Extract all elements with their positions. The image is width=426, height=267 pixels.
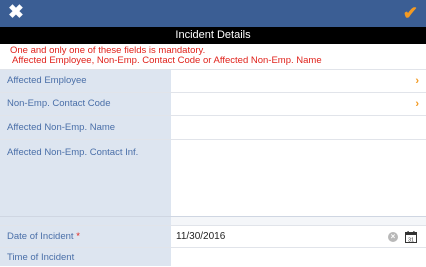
- close-icon: ✖: [8, 2, 24, 23]
- chevron-right-icon: ›: [415, 98, 419, 110]
- date-of-incident-label: Date of Incident *: [0, 226, 171, 247]
- affected-employee-field[interactable]: ›: [171, 70, 426, 92]
- non-emp-contact-code-field[interactable]: ›: [171, 93, 426, 115]
- time-of-incident-row[interactable]: Time of Incident: [0, 247, 426, 266]
- affected-employee-label: Affected Employee: [0, 70, 171, 92]
- chevron-right-icon: ›: [415, 75, 419, 87]
- notice-line-2: Affected Employee, Non-Emp. Contact Code…: [12, 55, 322, 66]
- time-of-incident-input[interactable]: [171, 248, 426, 266]
- incident-form: Affected Employee › Non-Emp. Contact Cod…: [0, 69, 426, 266]
- non-emp-contact-inf-row[interactable]: Affected Non-Emp. Contact Inf.: [0, 139, 426, 216]
- svg-text:31: 31: [408, 237, 414, 243]
- top-bar: ✖ ✔: [0, 0, 426, 27]
- non-emp-contact-code-label: Non-Emp. Contact Code: [0, 93, 171, 115]
- date-value: 11/30/2016: [176, 231, 226, 242]
- date-of-incident-row[interactable]: Date of Incident * 11/30/2016 × 31: [0, 225, 426, 247]
- spacer-row: [0, 216, 426, 225]
- non-emp-contact-inf-textarea[interactable]: [171, 140, 426, 216]
- non-emp-contact-code-row[interactable]: Non-Emp. Contact Code ›: [0, 92, 426, 115]
- time-of-incident-label: Time of Incident: [0, 248, 171, 266]
- section-title: Incident Details: [0, 27, 426, 44]
- affected-employee-row[interactable]: Affected Employee ›: [0, 69, 426, 92]
- affected-non-emp-name-input[interactable]: [171, 116, 426, 139]
- confirm-button[interactable]: ✔: [400, 3, 418, 23]
- required-marker: *: [76, 231, 80, 242]
- close-button[interactable]: ✖: [8, 3, 26, 23]
- non-emp-contact-inf-label: Affected Non-Emp. Contact Inf.: [0, 140, 171, 216]
- affected-non-emp-name-label: Affected Non-Emp. Name: [0, 116, 171, 139]
- clear-icon[interactable]: ×: [388, 232, 398, 242]
- affected-non-emp-name-row[interactable]: Affected Non-Emp. Name: [0, 115, 426, 139]
- mandatory-notice: One and only one of these fields is mand…: [0, 44, 426, 69]
- calendar-icon[interactable]: 31: [405, 230, 417, 243]
- checkmark-icon: ✔: [402, 3, 418, 23]
- date-of-incident-input[interactable]: 11/30/2016 × 31: [171, 226, 426, 247]
